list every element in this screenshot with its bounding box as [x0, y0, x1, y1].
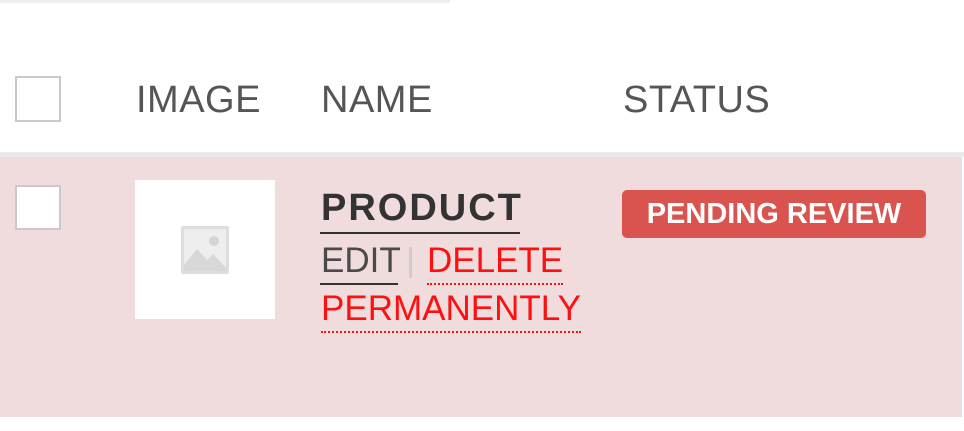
status-column-header[interactable]: STATUS	[623, 78, 770, 122]
delete-permanently-link[interactable]: DELETE	[427, 240, 564, 285]
edit-link[interactable]: EDIT	[321, 240, 401, 282]
top-divider	[0, 0, 450, 3]
row-divider	[0, 417, 962, 421]
product-title-link[interactable]: PRODUCT	[321, 186, 523, 230]
product-title-underline	[320, 232, 520, 234]
status-badge: PENDING REVIEW	[622, 190, 926, 238]
select-all-checkbox[interactable]	[15, 76, 61, 122]
product-list-page: IMAGE NAME STATUS PRODUCT EDIT DELETE PE…	[0, 0, 964, 431]
row-select-checkbox[interactable]	[15, 185, 61, 230]
image-placeholder-icon	[181, 226, 229, 274]
delete-permanently-link-continuation[interactable]: PERMANENTLY	[321, 288, 581, 333]
action-separator	[409, 247, 412, 278]
name-column-header[interactable]: NAME	[321, 78, 433, 122]
image-column-header: IMAGE	[136, 79, 261, 121]
product-thumbnail[interactable]	[135, 180, 275, 319]
edit-link-underline	[320, 283, 398, 285]
